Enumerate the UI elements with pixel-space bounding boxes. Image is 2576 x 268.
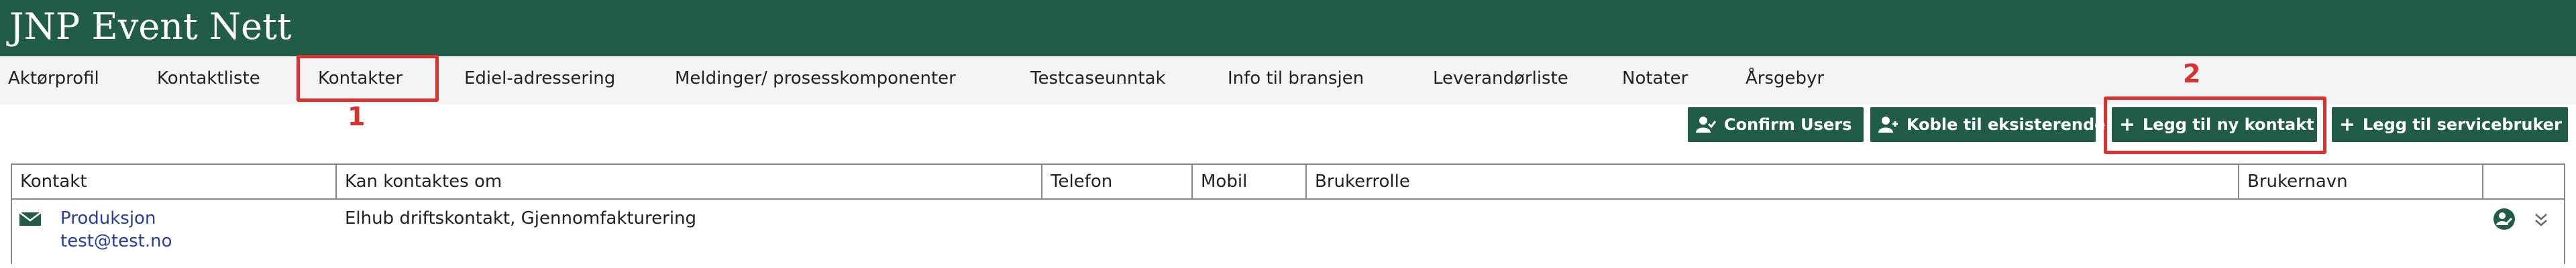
contacts-table: Kontakt Kan kontaktes om Telefon Mobil B… [11, 163, 2565, 264]
legg-til-ny-kontakt-button[interactable]: Legg til ny kontakt [2112, 107, 2317, 142]
envelope-icon[interactable] [19, 212, 42, 226]
app-title: JNP Event Nett [9, 5, 292, 48]
confirm-users-button[interactable]: Confirm Users [1688, 107, 1864, 142]
nav-item-ediel-adressering[interactable]: Ediel-adressering [464, 67, 615, 90]
nav-item-meldinger[interactable]: Meldinger/ prosesskomponenter [675, 67, 956, 90]
contact-email-link[interactable]: test@test.no [60, 230, 172, 252]
column-header-kontakt[interactable]: Kontakt [12, 165, 337, 198]
annotation-marker-2: 2 [2183, 59, 2201, 88]
plus-icon [2121, 119, 2133, 131]
nav-item-notater[interactable]: Notater [1622, 67, 1688, 90]
column-header-mobil[interactable]: Mobil [1193, 165, 1307, 198]
nav-item-leverandorliste[interactable]: Leverandørliste [1433, 67, 1568, 90]
nav-item-testcaseunntak[interactable]: Testcaseunntak [1030, 67, 1166, 90]
table-header-row: Kontakt Kan kontaktes om Telefon Mobil B… [12, 165, 2564, 200]
column-header-brukernavn[interactable]: Brukernavn [2239, 165, 2483, 198]
user-edit-icon[interactable] [2493, 208, 2516, 230]
annotation-box-kontakter [297, 55, 439, 102]
legg-til-ny-kontakt-label: Legg til ny kontakt [2143, 115, 2314, 134]
confirm-users-label: Confirm Users [1724, 115, 1852, 134]
column-header-telefon[interactable]: Telefon [1042, 165, 1193, 198]
nav-item-aktorprofil[interactable]: Aktørprofil [8, 67, 99, 90]
chevron-double-down-icon[interactable] [2533, 212, 2549, 228]
legg-til-servicebruker-label: Legg til servicebruker [2363, 115, 2562, 134]
plus-icon [2341, 119, 2353, 131]
column-header-actions [2483, 165, 2564, 198]
koble-label: Koble til eksisterende [1907, 115, 2106, 134]
annotation-marker-1: 1 [347, 102, 366, 131]
user-link-icon [1878, 117, 1898, 133]
contact-topics: Elhub driftskontakt, Gjennomfakturering [345, 208, 697, 228]
contact-name-link[interactable]: Produksjon [60, 208, 156, 229]
user-check-icon [1696, 117, 1716, 133]
legg-til-servicebruker-button[interactable]: Legg til servicebruker [2332, 107, 2568, 142]
column-header-kan-kontaktes-om[interactable]: Kan kontaktes om [337, 165, 1042, 198]
koble-til-eksisterende-button[interactable]: Koble til eksisterende [1870, 107, 2105, 142]
nav-item-kontaktliste[interactable]: Kontaktliste [157, 67, 260, 90]
nav-item-info-til-bransjen[interactable]: Info til bransjen [1228, 67, 1364, 90]
app-header: JNP Event Nett [0, 0, 2576, 56]
column-header-brukerrolle[interactable]: Brukerrolle [1307, 165, 2239, 198]
nav-item-arsgebyr[interactable]: Årsgebyr [1746, 67, 1824, 90]
